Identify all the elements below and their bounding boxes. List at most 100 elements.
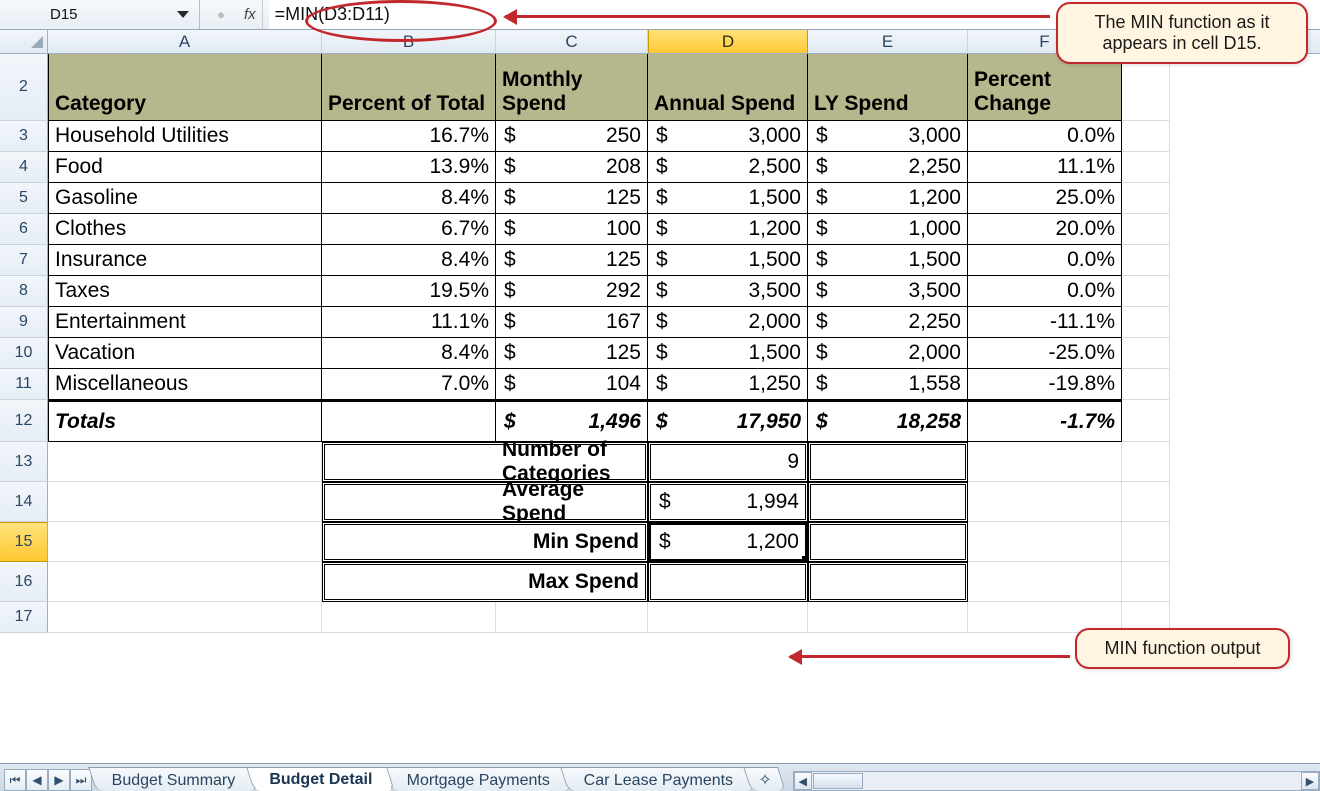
cell[interactable] [1122,276,1170,307]
cell-monthly[interactable]: $125 [496,245,648,276]
cell-monthly[interactable]: $100 [496,214,648,245]
cell-annual[interactable]: $1,500 [648,245,808,276]
cell-category[interactable]: Insurance [48,245,322,276]
cell-ly[interactable]: $2,250 [808,152,968,183]
cell[interactable] [968,482,1122,522]
row-header[interactable]: 10 [0,338,48,369]
cell[interactable] [808,562,968,602]
cell[interactable] [48,442,322,482]
cell-change[interactable]: -25.0% [968,338,1122,369]
cell-category[interactable]: Clothes [48,214,322,245]
summary-label[interactable] [322,522,496,562]
cell-monthly[interactable]: $125 [496,183,648,214]
cell-ly[interactable]: $3,000 [808,121,968,152]
row-header[interactable]: 16 [0,562,48,602]
scrollbar-thumb[interactable] [813,773,863,789]
cell-change[interactable]: 25.0% [968,183,1122,214]
cell[interactable] [1122,152,1170,183]
cell-percent[interactable]: 11.1% [322,307,496,338]
cell[interactable] [322,602,496,633]
cell[interactable] [968,442,1122,482]
cell[interactable] [1122,307,1170,338]
row-header[interactable]: 5 [0,183,48,214]
cell[interactable] [968,522,1122,562]
cell[interactable] [808,482,968,522]
cell-monthly[interactable]: $292 [496,276,648,307]
cell[interactable] [48,522,322,562]
tab-nav-first-icon[interactable]: ⏮ [4,769,26,791]
name-box[interactable]: D15 [0,0,200,29]
tab-budget-detail[interactable]: Budget Detail [246,767,395,791]
cell-category[interactable]: Food [48,152,322,183]
cell-category[interactable]: Gasoline [48,183,322,214]
cell[interactable] [1122,245,1170,276]
cell-percent[interactable]: 8.4% [322,338,496,369]
cell[interactable] [808,602,968,633]
cell-percent[interactable]: 6.7% [322,214,496,245]
tab-mortgage-payments[interactable]: Mortgage Payments [383,767,572,791]
cell[interactable] [48,482,322,522]
row-header[interactable]: 15 [0,522,48,562]
cell-monthly[interactable]: $167 [496,307,648,338]
header-change[interactable]: Percent Change [968,54,1122,121]
totals-annual[interactable]: $17,950 [648,400,808,442]
horizontal-scrollbar[interactable]: ◀ ▶ [793,771,1320,791]
header-annual[interactable]: Annual Spend [648,54,808,121]
cell-annual[interactable]: $2,500 [648,152,808,183]
header-percent[interactable]: Percent of Total [322,54,496,121]
header-monthly[interactable]: Monthly Spend [496,54,648,121]
cell-percent[interactable]: 19.5% [322,276,496,307]
cell[interactable] [808,442,968,482]
cell-monthly[interactable]: $125 [496,338,648,369]
cell-category[interactable]: Household Utilities [48,121,322,152]
tab-car-lease-payments[interactable]: Car Lease Payments [560,767,755,791]
cell-ly[interactable]: $3,500 [808,276,968,307]
cell[interactable] [48,562,322,602]
cell-category[interactable]: Vacation [48,338,322,369]
cell[interactable] [968,562,1122,602]
row-header[interactable]: 3 [0,121,48,152]
select-all-corner[interactable] [0,30,48,53]
row-header[interactable]: 8 [0,276,48,307]
totals-label[interactable]: Totals [48,400,322,442]
cell[interactable] [1122,338,1170,369]
cancel-icon[interactable]: ● [210,4,232,26]
totals-ly[interactable]: $18,258 [808,400,968,442]
chevron-down-icon[interactable] [177,11,189,18]
cell-annual[interactable]: $1,500 [648,338,808,369]
cell-percent[interactable]: 8.4% [322,183,496,214]
tab-nav-next-icon[interactable]: ▶ [48,769,70,791]
cell-annual[interactable]: $1,200 [648,214,808,245]
row-header[interactable]: 2 [0,54,48,121]
cell[interactable] [1122,442,1170,482]
cell[interactable] [1122,482,1170,522]
cell-change[interactable]: 0.0% [968,121,1122,152]
row-header[interactable]: 13 [0,442,48,482]
cell-change[interactable]: -19.8% [968,369,1122,400]
cell-category[interactable]: Entertainment [48,307,322,338]
max-value[interactable] [648,562,808,602]
tab-nav-prev-icon[interactable]: ◀ [26,769,48,791]
cell-annual[interactable]: $3,000 [648,121,808,152]
row-header[interactable]: 12 [0,400,48,442]
cell-annual[interactable]: $1,250 [648,369,808,400]
cell-percent[interactable]: 16.7% [322,121,496,152]
cell[interactable] [1122,54,1170,121]
col-header-E[interactable]: E [808,30,968,53]
cell-ly[interactable]: $1,200 [808,183,968,214]
cell[interactable] [1122,522,1170,562]
cell-change[interactable]: -11.1% [968,307,1122,338]
scroll-right-icon[interactable]: ▶ [1301,772,1319,790]
cell-change[interactable]: 20.0% [968,214,1122,245]
min-label[interactable]: Min Spend [496,522,648,562]
cell[interactable] [1122,562,1170,602]
row-header[interactable]: 14 [0,482,48,522]
cell-ly[interactable]: $2,000 [808,338,968,369]
cell[interactable] [496,602,648,633]
fx-button[interactable]: fx [238,0,263,29]
row-header[interactable]: 17 [0,602,48,633]
cell-change[interactable]: 0.0% [968,245,1122,276]
avg-value[interactable]: $1,994 [648,482,808,522]
totals-monthly[interactable]: $1,496 [496,400,648,442]
row-header[interactable]: 9 [0,307,48,338]
